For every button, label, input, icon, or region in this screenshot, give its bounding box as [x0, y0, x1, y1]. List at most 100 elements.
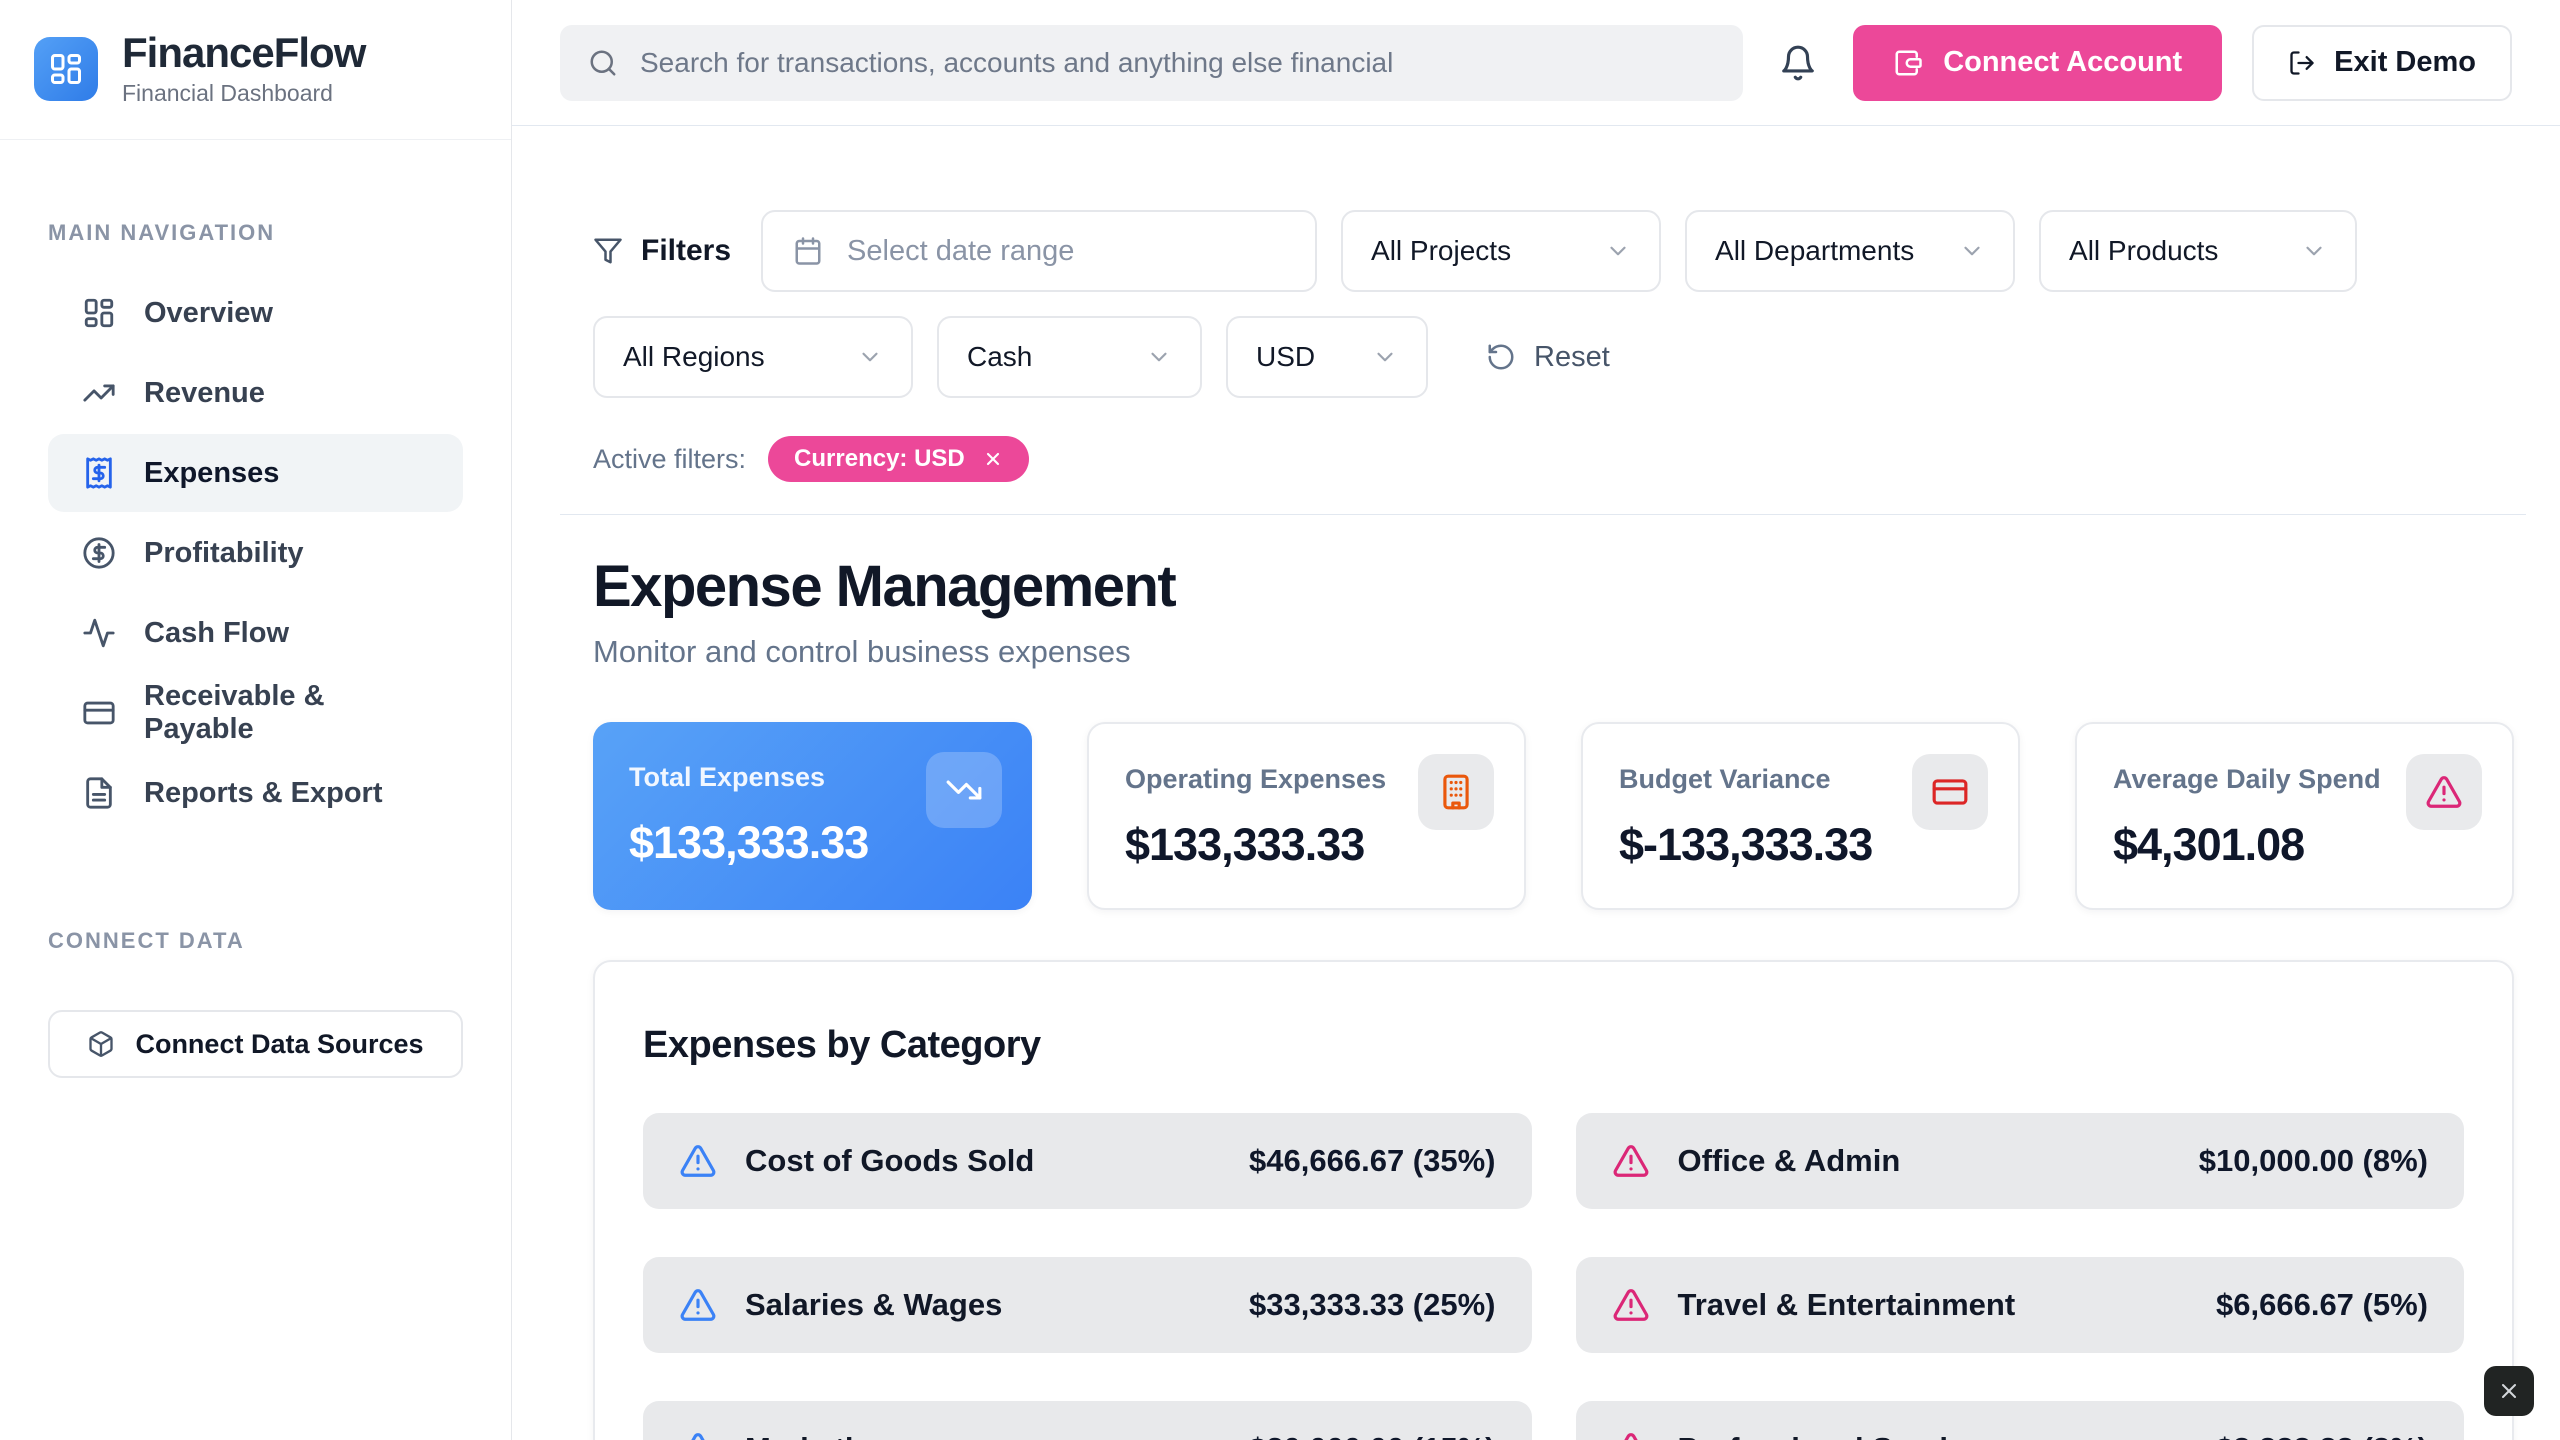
activity-icon: [82, 616, 116, 650]
chevron-down-icon: [1372, 344, 1398, 370]
category-grid: Cost of Goods Sold $46,666.67 (35%) Offi…: [643, 1113, 2464, 1440]
sidebar-item-label: Receivable & Payable: [144, 680, 429, 746]
page-title: Expense Management: [593, 553, 2514, 620]
category-amount: $20,000.00 (15%): [1249, 1431, 1495, 1440]
stat-icon-box: [2406, 754, 2482, 830]
currency-select-value: USD: [1256, 341, 1315, 373]
sidebar-item-cash-flow[interactable]: Cash Flow: [48, 594, 463, 672]
date-range-placeholder: Select date range: [847, 235, 1074, 268]
section-divider: [560, 514, 2526, 515]
alert-triangle-icon: [1612, 1286, 1650, 1324]
active-filters-row: Active filters: Currency: USD: [593, 436, 2514, 482]
payment-method-select[interactable]: Cash: [937, 316, 1202, 398]
connect-data-sources-label: Connect Data Sources: [135, 1029, 423, 1060]
remove-filter-button[interactable]: [983, 449, 1003, 469]
sidebar-item-profitability[interactable]: Profitability: [48, 514, 463, 592]
exit-demo-button[interactable]: Exit Demo: [2252, 25, 2512, 101]
alert-triangle-icon: [679, 1430, 717, 1440]
close-icon: [2497, 1379, 2521, 1403]
reset-filters-button[interactable]: Reset: [1486, 341, 1610, 374]
active-filter-chip-label: Currency: USD: [794, 445, 965, 473]
search-input[interactable]: [640, 47, 1715, 79]
category-name: Office & Admin: [1678, 1143, 1901, 1179]
category-name: Cost of Goods Sold: [745, 1143, 1034, 1179]
stat-card-operating-expenses: Operating Expenses $133,333.33: [1087, 722, 1526, 910]
chevron-down-icon: [1959, 238, 1985, 264]
filters-row-1: Filters Select date range All Projects A…: [593, 210, 2514, 292]
brand-header: FinanceFlow Financial Dashboard: [0, 0, 511, 140]
chevron-down-icon: [1605, 238, 1631, 264]
stat-icon-box: [1418, 754, 1494, 830]
search-box[interactable]: [560, 25, 1743, 101]
dashboard-logo-icon: [48, 51, 84, 87]
sidebar-item-reports-export[interactable]: Reports & Export: [48, 754, 463, 832]
departments-select-value: All Departments: [1715, 235, 1914, 267]
chevron-down-icon: [2301, 238, 2327, 264]
category-row-cost-of-goods-sold: Cost of Goods Sold $46,666.67 (35%): [643, 1113, 1532, 1209]
stat-cards: Total Expenses $133,333.33 Operating Exp…: [593, 722, 2514, 910]
projects-select-value: All Projects: [1371, 235, 1511, 267]
category-amount: $10,000.00 (8%): [2199, 1143, 2428, 1179]
sidebar-item-receivable-payable[interactable]: Receivable & Payable: [48, 674, 463, 752]
sidebar-item-overview[interactable]: Overview: [48, 274, 463, 352]
logout-icon: [2288, 49, 2316, 77]
trending-down-icon: [945, 771, 983, 809]
close-overlay-button[interactable]: [2484, 1366, 2534, 1416]
connect-account-label: Connect Account: [1943, 46, 2182, 79]
category-amount: $33,333.33 (25%): [1249, 1287, 1495, 1323]
active-filters-label: Active filters:: [593, 444, 746, 475]
search-icon: [588, 48, 618, 78]
category-name: Salaries & Wages: [745, 1287, 1002, 1323]
topbar: Connect Account Exit Demo: [512, 0, 2560, 126]
category-amount: $46,666.67 (35%): [1249, 1143, 1495, 1179]
date-range-input[interactable]: Select date range: [761, 210, 1317, 292]
category-row-travel-entertainment: Travel & Entertainment $6,666.67 (5%): [1576, 1257, 2465, 1353]
package-icon: [87, 1030, 115, 1058]
dashboard-icon: [82, 296, 116, 330]
category-row-professional-services: Professional Services $3,333.33 (3%): [1576, 1401, 2465, 1440]
category-amount: $3,333.33 (3%): [2216, 1431, 2428, 1440]
connect-data-section-label: CONNECT DATA: [48, 928, 463, 954]
active-filter-chip-currency[interactable]: Currency: USD: [768, 436, 1029, 482]
notifications-button[interactable]: [1779, 44, 1817, 82]
sidebar-item-label: Cash Flow: [144, 617, 289, 650]
sidebar-item-expenses[interactable]: Expenses: [48, 434, 463, 512]
dollar-circle-icon: [82, 536, 116, 570]
connect-data-sources-button[interactable]: Connect Data Sources: [48, 1010, 463, 1078]
alert-triangle-icon: [1612, 1430, 1650, 1440]
filters-row-2: All Regions Cash USD Reset: [593, 316, 2514, 398]
alert-triangle-icon: [679, 1142, 717, 1180]
brand-logo: [34, 37, 98, 101]
close-icon: [983, 449, 1003, 469]
connect-account-button[interactable]: Connect Account: [1853, 25, 2222, 101]
stat-card-total-expenses: Total Expenses $133,333.33: [593, 722, 1032, 910]
expenses-by-category-card: Expenses by Category Cost of Goods Sold …: [593, 960, 2514, 1440]
sidebar-item-label: Revenue: [144, 377, 265, 410]
departments-select[interactable]: All Departments: [1685, 210, 2015, 292]
brand-name: FinanceFlow: [122, 30, 365, 76]
reset-label: Reset: [1534, 341, 1610, 374]
trending-up-icon: [82, 376, 116, 410]
filters-title-label: Filters: [641, 234, 731, 268]
chevron-down-icon: [857, 344, 883, 370]
credit-card-icon: [82, 696, 116, 730]
bell-icon: [1779, 44, 1817, 82]
rotate-ccw-icon: [1486, 342, 1516, 372]
products-select[interactable]: All Products: [2039, 210, 2357, 292]
page-subtitle: Monitor and control business expenses: [593, 634, 2514, 670]
calendar-icon: [793, 236, 823, 266]
projects-select[interactable]: All Projects: [1341, 210, 1661, 292]
nav-section-label: MAIN NAVIGATION: [48, 220, 463, 246]
sidebar-item-revenue[interactable]: Revenue: [48, 354, 463, 432]
brand-subtitle: Financial Dashboard: [122, 80, 365, 107]
filter-icon: [593, 236, 623, 266]
currency-select[interactable]: USD: [1226, 316, 1428, 398]
stat-icon-box: [1912, 754, 1988, 830]
filters-title: Filters: [593, 234, 731, 268]
stat-card-budget-variance: Budget Variance $-133,333.33: [1581, 722, 2020, 910]
payment-method-select-value: Cash: [967, 341, 1032, 373]
products-select-value: All Products: [2069, 235, 2218, 267]
category-row-marketing: Marketing $20,000.00 (15%): [643, 1401, 1532, 1440]
regions-select[interactable]: All Regions: [593, 316, 913, 398]
sidebar-item-label: Overview: [144, 297, 273, 330]
